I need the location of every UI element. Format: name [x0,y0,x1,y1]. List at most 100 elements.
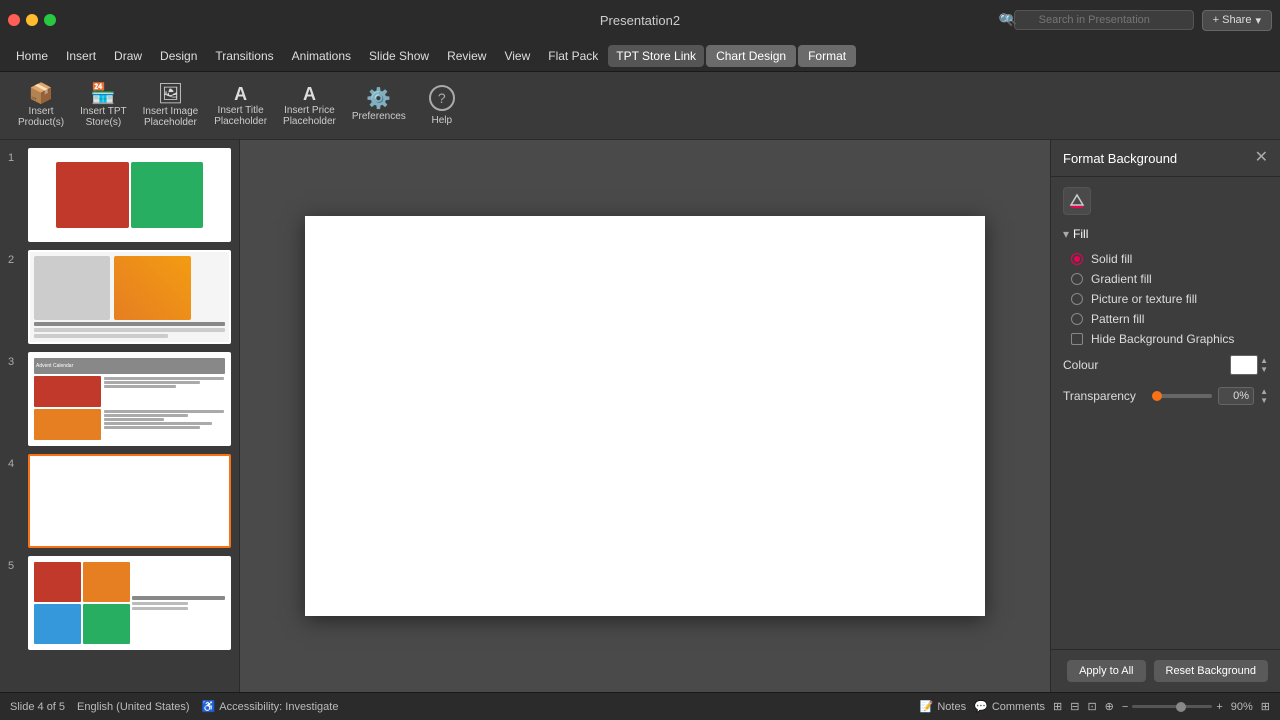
hide-background-option[interactable]: Hide Background Graphics [1063,329,1268,349]
comments-label: Comments [992,701,1045,713]
menu-transitions[interactable]: Transitions [207,45,281,67]
status-bar: Slide 4 of 5 English (United States) ♿ A… [0,692,1280,720]
fit-button[interactable]: ⊕ [1105,700,1114,713]
toolbar-insert-price[interactable]: A Insert PricePlaceholder [277,81,342,131]
slide-thumb-inner-5 [30,558,229,648]
window-title: Presentation2 [600,13,680,28]
menu-design[interactable]: Design [152,45,205,67]
share-button[interactable]: + Share ▾ [1202,10,1272,31]
transparency-arrows[interactable]: ▲ ▼ [1260,387,1268,405]
colour-up-arrow[interactable]: ▲ [1260,356,1268,365]
zoom-slider[interactable]: − + [1122,701,1223,713]
notes-button[interactable]: 📝 Notes [920,700,966,713]
reset-background-button[interactable]: Reset Background [1154,660,1269,682]
zoom-in-icon[interactable]: + [1216,701,1222,713]
zoom-track[interactable] [1132,705,1212,708]
slide-item-4[interactable]: 4 [8,454,231,548]
window-controls[interactable] [8,14,56,26]
menu-home[interactable]: Home [8,45,56,67]
solid-fill-option[interactable]: Solid fill [1063,249,1268,269]
slide-item-2[interactable]: 2 [8,250,231,344]
slide-thumb-4[interactable] [28,454,231,548]
slide-thumb-3[interactable]: Advent Calendar [28,352,231,446]
slide5-img4 [83,604,130,644]
help-icon: ? [429,85,455,111]
slide3-text1 [103,376,225,407]
reading-view-button[interactable]: ⊡ [1087,700,1096,713]
toolbar-help[interactable]: ? Help [416,81,468,130]
zoom-out-icon[interactable]: − [1122,701,1128,713]
menu-draw[interactable]: Draw [106,45,150,67]
zoom-thumb[interactable] [1176,702,1186,712]
apply-to-all-button[interactable]: Apply to All [1067,660,1145,682]
menu-format[interactable]: Format [798,45,856,67]
slide-panel: 1 2 [0,140,240,692]
gradient-fill-radio[interactable] [1071,273,1083,285]
slide-item-5[interactable]: 5 [8,556,231,650]
menu-bar: Home Insert Draw Design Transitions Anim… [0,40,1280,72]
slide1-product1 [56,162,129,228]
gradient-fill-option[interactable]: Gradient fill [1063,269,1268,289]
slide-thumb-2[interactable] [28,250,231,344]
accessibility-icon: ♿ [202,700,216,713]
colour-row: Colour ▲ ▼ [1063,349,1268,381]
maximize-button[interactable] [44,14,56,26]
menu-insert[interactable]: Insert [58,45,104,67]
toolbar-insert-image[interactable]: 🖼 Insert ImagePlaceholder [137,80,205,132]
insert-image-icon: 🖼 [158,84,183,104]
fit-to-window-button[interactable]: ⊞ [1261,700,1270,713]
solid-fill-radio[interactable] [1071,253,1083,265]
zoom-level[interactable]: 90% [1231,701,1253,713]
slide-thumb-1[interactable] [28,148,231,242]
slide-canvas[interactable] [305,216,985,616]
picture-fill-option[interactable]: Picture or texture fill [1063,289,1268,309]
menu-slideshow[interactable]: Slide Show [361,45,437,67]
colour-arrows[interactable]: ▲ ▼ [1260,356,1268,374]
slide5-tl1 [132,596,226,600]
transparency-slider-thumb[interactable] [1152,391,1162,401]
pattern-fill-option[interactable]: Pattern fill [1063,309,1268,329]
status-right: 📝 Notes 💬 Comments ⊞ ⊟ ⊡ ⊕ − + 90% ⊞ [920,700,1270,713]
menu-review[interactable]: Review [439,45,494,67]
toolbar-insert-products[interactable]: 📦 InsertProduct(s) [12,80,70,132]
transparency-down-arrow[interactable]: ▼ [1260,396,1268,405]
gradient-fill-label: Gradient fill [1091,272,1152,286]
menu-animations[interactable]: Animations [284,45,359,67]
hide-background-checkbox[interactable] [1071,333,1083,345]
slide-sorter-button[interactable]: ⊟ [1070,700,1079,713]
pattern-fill-radio[interactable] [1071,313,1083,325]
panel-close-button[interactable]: ✕ [1255,150,1268,166]
chevron-down-icon: ▾ [1255,14,1261,27]
slide-item-3[interactable]: 3 Advent Calendar [8,352,231,446]
panel-footer: Apply to All Reset Background [1051,649,1280,692]
toolbar-insert-tpt[interactable]: 🏪 Insert TPTStore(s) [74,80,133,132]
comments-button[interactable]: 💬 Comments [974,700,1045,713]
comments-icon: 💬 [974,700,988,713]
slide-item-1[interactable]: 1 [8,148,231,242]
grid-view-button[interactable]: ⊞ [1053,700,1062,713]
colour-swatch[interactable] [1230,355,1258,375]
toolbar-preferences[interactable]: ⚙️ Preferences [346,85,412,126]
accessibility-info[interactable]: ♿ Accessibility: Investigate [202,700,339,713]
close-button[interactable] [8,14,20,26]
picture-fill-radio[interactable] [1071,293,1083,305]
transparency-input[interactable]: 0% [1218,387,1254,405]
fill-icon-button[interactable] [1063,187,1091,215]
menu-chart-design[interactable]: Chart Design [706,45,796,67]
right-panel: Format Background ✕ Fill Solid fill Grad… [1050,140,1280,692]
menu-tpt-store-link[interactable]: TPT Store Link [608,45,704,67]
menu-view[interactable]: View [496,45,538,67]
preferences-icon: ⚙️ [366,89,391,109]
transparency-slider-track[interactable] [1152,394,1212,398]
canvas-area [240,140,1050,692]
slide-thumb-5[interactable] [28,556,231,650]
slide-number-3: 3 [8,356,22,368]
fill-icon [1069,193,1085,209]
toolbar-insert-title[interactable]: A Insert TitlePlaceholder [208,81,273,131]
menu-flatpack[interactable]: Flat Pack [540,45,606,67]
search-input[interactable] [1014,10,1194,30]
colour-down-arrow[interactable]: ▼ [1260,365,1268,374]
transparency-up-arrow[interactable]: ▲ [1260,387,1268,396]
slide3-header: Advent Calendar [34,358,225,374]
minimize-button[interactable] [26,14,38,26]
